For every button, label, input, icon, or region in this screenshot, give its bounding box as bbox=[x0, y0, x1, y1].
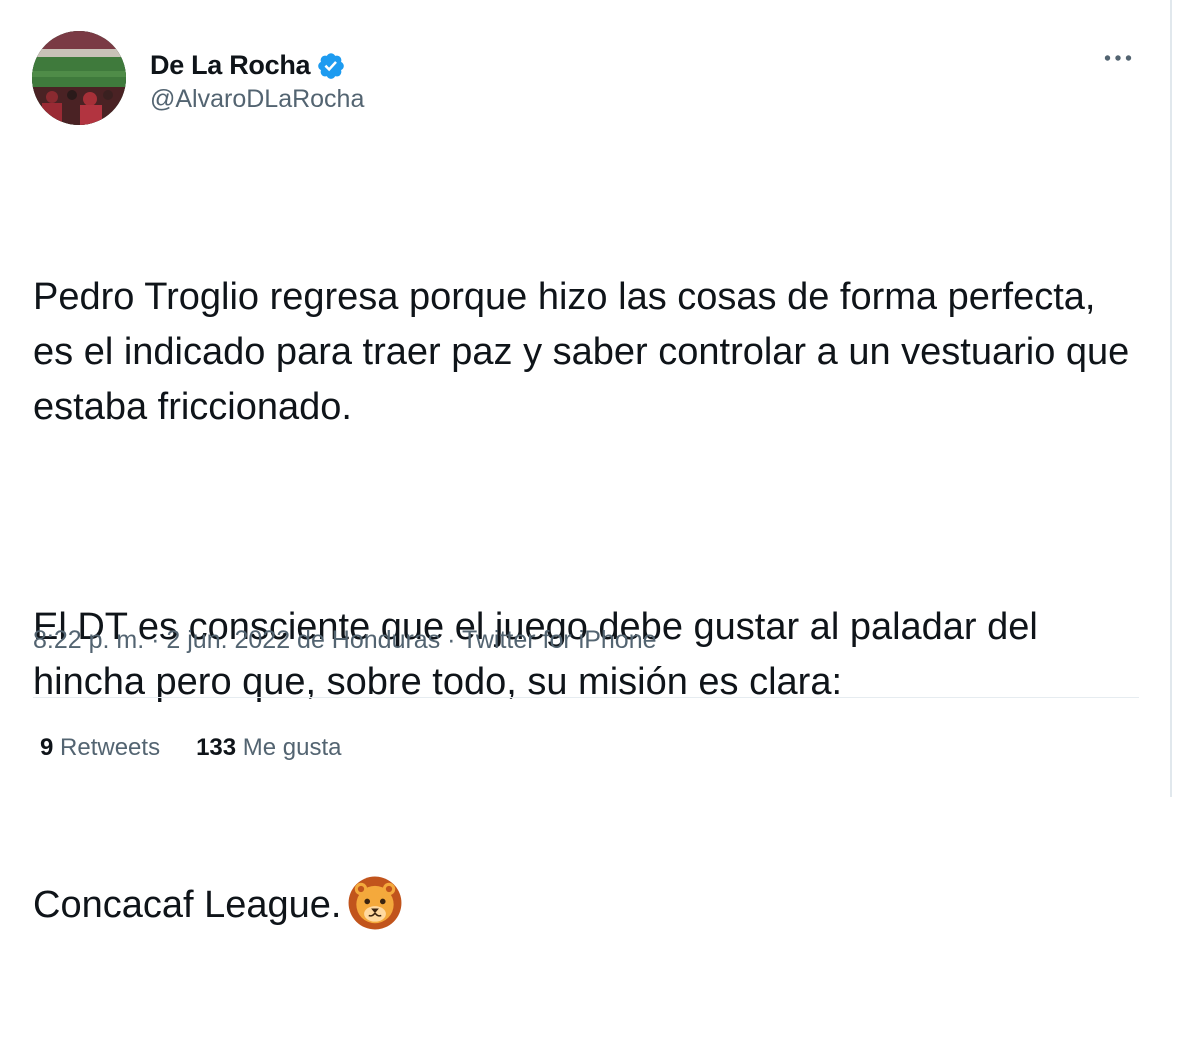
retweets-stat[interactable]: 9 Retweets bbox=[40, 734, 160, 762]
tweet-meta: 8:22 p. m. · 2 jun. 2022 de Honduras · T… bbox=[33, 626, 657, 655]
verified-badge-icon bbox=[316, 51, 346, 81]
tweet-paragraph-last: Concacaf League. bbox=[33, 875, 1143, 933]
lion-face-emoji bbox=[347, 875, 403, 931]
likes-label: Me gusta bbox=[242, 734, 342, 761]
tweet-header: De La Rocha @AlvaroDLaRocha bbox=[32, 31, 364, 125]
likes-count: 133 bbox=[196, 734, 237, 761]
tweet-time-link[interactable]: 8:22 p. m. · 2 jun. 2022 bbox=[33, 626, 290, 654]
tweet-paragraph-text: Concacaf League. bbox=[33, 884, 342, 926]
tweet-date: 2 jun. 2022 bbox=[166, 626, 291, 654]
retweets-label: Retweets bbox=[60, 734, 161, 761]
display-name[interactable]: De La Rocha bbox=[150, 50, 311, 81]
meta-separator: · bbox=[144, 626, 167, 654]
author-names: De La Rocha @AlvaroDLaRocha bbox=[150, 43, 364, 114]
retweets-count: 9 bbox=[40, 734, 54, 761]
meta-separator: · bbox=[440, 626, 462, 654]
avatar[interactable] bbox=[32, 31, 126, 125]
tweet-card: De La Rocha @AlvaroDLaRocha Pedro Trogli… bbox=[0, 0, 1172, 930]
more-options-icon bbox=[1104, 55, 1132, 61]
display-name-row: De La Rocha bbox=[150, 43, 364, 89]
tweet-paragraph: Pedro Troglio regresa porque hizo las co… bbox=[33, 276, 1140, 428]
more-options-button[interactable] bbox=[1098, 38, 1138, 78]
tweet-source-link[interactable]: Twitter for iPhone bbox=[462, 626, 657, 654]
tweet-text: Pedro Troglio regresa porque hizo las co… bbox=[33, 160, 1143, 1043]
divider bbox=[33, 697, 1139, 698]
tweet-location: de Honduras bbox=[290, 626, 441, 654]
tweet-stats: 9 Retweets 133 Me gusta bbox=[40, 734, 342, 762]
author-handle[interactable]: @AlvaroDLaRocha bbox=[150, 85, 364, 114]
stadium-photo-avatar bbox=[32, 31, 126, 125]
tweet-paragraph: El DT es consciente que el juego debe gu… bbox=[33, 606, 1049, 703]
likes-stat[interactable]: 133 Me gusta bbox=[196, 734, 341, 762]
tweet-time: 8:22 p. m. bbox=[33, 626, 145, 654]
